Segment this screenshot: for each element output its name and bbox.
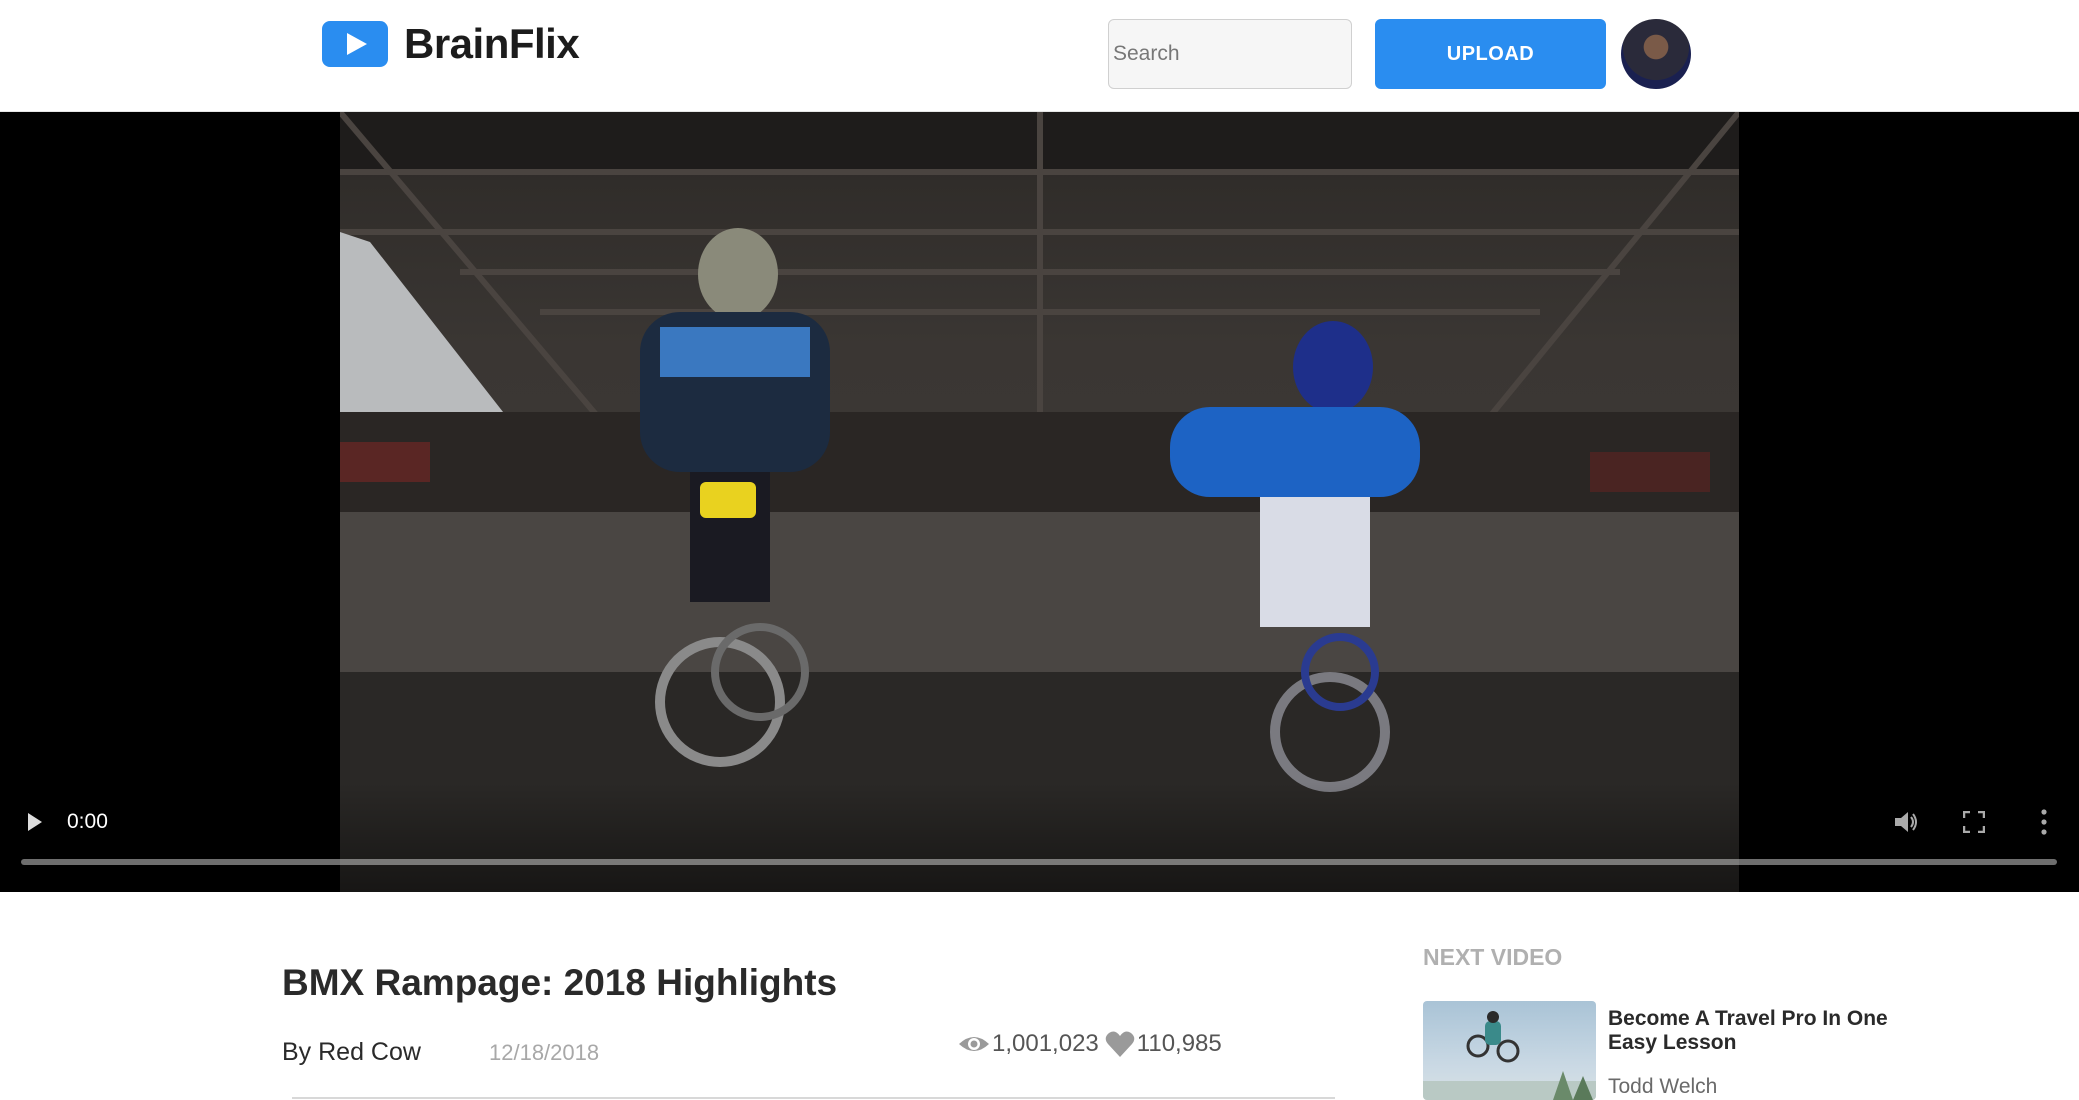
next-video-thumbnail[interactable] — [1423, 1001, 1596, 1100]
video-player[interactable]: 0:00 — [0, 112, 2079, 892]
more-options-icon[interactable] — [2040, 809, 2048, 835]
current-time: 0:00 — [67, 810, 108, 833]
likes-count: 110,985 — [1136, 1030, 1222, 1057]
video-author[interactable]: By Red Cow — [282, 1038, 421, 1067]
heart-icon[interactable] — [1105, 1030, 1135, 1058]
volume-icon[interactable] — [1893, 810, 1919, 834]
views-count: 1,001,023 — [992, 1030, 1099, 1057]
video-date: 12/18/2018 — [489, 1040, 600, 1065]
eye-icon — [959, 1037, 989, 1051]
brand-logo[interactable]: BrainFlix — [322, 20, 580, 68]
video-poster — [340, 112, 1739, 892]
views-stat: 1,001,023 — [958, 1030, 1099, 1058]
fullscreen-icon[interactable] — [1963, 811, 1985, 833]
play-logo-icon — [322, 21, 388, 67]
next-video-title[interactable]: Become A Travel Pro In One Easy Lesson — [1608, 1007, 1908, 1055]
seek-bar[interactable] — [21, 859, 2057, 865]
divider — [292, 1097, 1335, 1099]
video-title: BMX Rampage: 2018 Highlights — [282, 962, 838, 1003]
site-header: BrainFlix UPLOAD — [0, 0, 2079, 112]
bmx-jump-image — [1423, 1011, 1596, 1100]
play-icon[interactable] — [28, 813, 42, 831]
next-video-author: Todd Welch — [1608, 1075, 1718, 1098]
controls-overlay — [0, 782, 2079, 892]
brand-name: BrainFlix — [404, 20, 580, 67]
likes-stat[interactable]: 110,985 — [1105, 1030, 1222, 1058]
avatar[interactable] — [1621, 19, 1691, 89]
bmx-riders-image — [340, 112, 1739, 892]
search-input[interactable] — [1108, 19, 1352, 89]
upload-button[interactable]: UPLOAD — [1375, 19, 1606, 89]
video-stats: 1,001,023 110,985 — [958, 1030, 1222, 1058]
next-video-heading: NEXT VIDEO — [1423, 944, 1563, 970]
